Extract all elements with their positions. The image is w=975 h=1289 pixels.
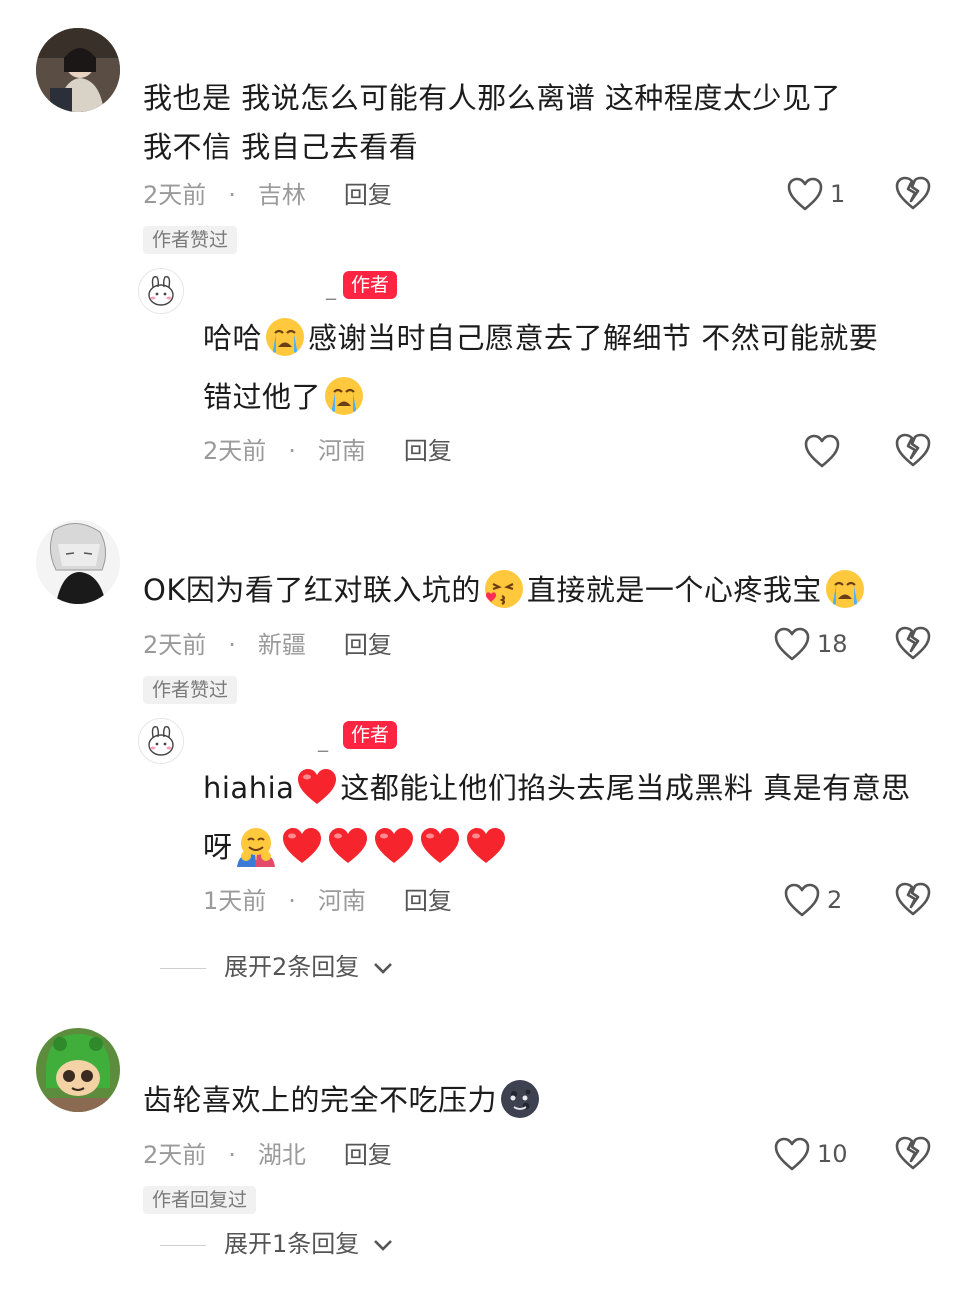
meta-separator: · xyxy=(228,1141,236,1169)
like-count: 1 xyxy=(830,180,846,208)
like-count: 18 xyxy=(817,630,848,658)
reply-button[interactable]: 回复 xyxy=(344,178,392,212)
crying-face-emoji xyxy=(266,318,305,356)
like-button[interactable]: 18 xyxy=(773,624,848,664)
reply-text-part: 这都能让他们掐头去尾当成黑料 真是有意思 xyxy=(340,771,911,805)
meta-separator: · xyxy=(228,631,236,659)
reply-button[interactable]: 回复 xyxy=(344,628,392,662)
like-button[interactable] xyxy=(803,431,847,471)
crying-face-emoji xyxy=(325,377,364,415)
dislike-button[interactable] xyxy=(893,880,933,920)
reply-meta: 2天前 · 河南 回复 xyxy=(203,434,452,468)
like-button[interactable]: 2 xyxy=(783,880,842,920)
expand-replies-label: 展开2条回复 xyxy=(224,953,360,981)
red-heart-emoji xyxy=(374,828,413,863)
broken-heart-icon xyxy=(895,176,931,210)
avatar[interactable] xyxy=(36,1028,120,1112)
avatar[interactable] xyxy=(36,520,120,604)
comment-location: 新疆 xyxy=(257,631,306,659)
comment-meta: 2天前 · 湖北 回复 xyxy=(143,1138,392,1172)
crying-face-emoji xyxy=(825,570,864,608)
reply-text-part: 错过他了 xyxy=(203,380,322,414)
divider xyxy=(160,1244,206,1246)
author-avatar[interactable] xyxy=(138,268,184,314)
expand-replies-label: 展开1条回复 xyxy=(224,1230,360,1258)
comment-location: 吉林 xyxy=(257,181,306,209)
like-count: 2 xyxy=(827,886,843,914)
reply-text-part: 哈哈 xyxy=(203,321,263,355)
author-avatar[interactable] xyxy=(138,718,184,764)
reply-text: 哈哈 感谢当时自己愿意去了解细节 不然可能就要 xyxy=(203,313,878,363)
comment-time: 2天前 xyxy=(143,181,207,209)
red-heart-emoji xyxy=(282,828,321,863)
reply-text-part: 感谢当时自己愿意去了解细节 不然可能就要 xyxy=(308,321,879,355)
broken-heart-icon xyxy=(895,882,931,916)
reply-text: 呀 xyxy=(203,822,509,872)
author-name[interactable]: _ xyxy=(318,728,328,752)
reply-button[interactable]: 回复 xyxy=(404,884,452,918)
reply-text: hiahia 这都能让他们掐头去尾当成黑料 真是有意思 xyxy=(203,763,911,813)
reply-location: 河南 xyxy=(317,887,366,915)
dislike-button[interactable] xyxy=(893,431,933,471)
comment-time: 2天前 xyxy=(143,1141,207,1169)
comment-text-part: 直接就是一个心疼我宝 xyxy=(526,573,822,607)
reply-text-part: 呀 xyxy=(203,830,233,864)
heart-icon xyxy=(784,883,820,917)
comment-meta: 2天前 · 新疆 回复 xyxy=(143,628,392,662)
divider xyxy=(160,967,206,969)
comment-text-part: 齿轮喜欢上的完全不吃压力 xyxy=(143,1083,498,1117)
kissing-face-emoji xyxy=(484,570,523,608)
meta-separator: · xyxy=(288,437,296,465)
reply-meta: 1天前 · 河南 回复 xyxy=(203,884,452,918)
heart-icon xyxy=(804,434,840,468)
like-button[interactable]: 1 xyxy=(786,174,845,214)
author-liked-badge: 作者赞过 xyxy=(143,226,238,254)
red-heart-emoji xyxy=(328,828,367,863)
broken-heart-icon xyxy=(895,433,931,467)
comment-text: 我也是 我说怎么可能有人那么离谱 这种程度太少见了 xyxy=(143,81,841,115)
avatar[interactable] xyxy=(36,28,120,112)
comment-meta: 2天前 · 吉林 回复 xyxy=(143,178,392,212)
comment-location: 湖北 xyxy=(257,1141,306,1169)
heart-icon xyxy=(774,627,810,661)
reply-location: 河南 xyxy=(317,437,366,465)
dislike-button[interactable] xyxy=(893,1134,933,1174)
red-heart-emoji xyxy=(466,828,505,863)
meta-separator: · xyxy=(288,887,296,915)
like-count: 10 xyxy=(817,1140,848,1168)
broken-heart-icon xyxy=(895,626,931,660)
expand-replies-button[interactable]: 展开1条回复 xyxy=(160,1224,395,1264)
like-button[interactable]: 10 xyxy=(773,1134,848,1174)
heart-icon xyxy=(787,177,823,211)
reply-text-part: hiahia xyxy=(203,771,295,805)
meta-separator: · xyxy=(228,181,236,209)
comment-text: 齿轮喜欢上的完全不吃压力 xyxy=(143,1075,543,1125)
comment-text-part: OK因为看了红对联入坑的 xyxy=(143,573,481,607)
comment-text: 我不信 我自己去看看 xyxy=(143,130,419,164)
author-badge: 作者 xyxy=(343,721,398,749)
reply-time: 2天前 xyxy=(203,437,267,465)
author-badge: 作者 xyxy=(343,271,398,299)
red-heart-emoji xyxy=(420,828,459,863)
hugging-face-emoji xyxy=(236,828,275,867)
reply-time: 1天前 xyxy=(203,887,267,915)
comment-time: 2天前 xyxy=(143,631,207,659)
dislike-button[interactable] xyxy=(893,624,933,664)
reply-button[interactable]: 回复 xyxy=(344,1138,392,1172)
heart-icon xyxy=(774,1137,810,1171)
reply-button[interactable]: 回复 xyxy=(404,434,452,468)
author-replied-badge: 作者回复过 xyxy=(143,1186,257,1214)
author-name[interactable]: _ xyxy=(326,276,336,300)
chevron-down-icon xyxy=(374,963,392,974)
author-liked-badge: 作者赞过 xyxy=(143,676,238,704)
chevron-down-icon xyxy=(374,1240,392,1251)
dislike-button[interactable] xyxy=(893,174,933,214)
expand-replies-button[interactable]: 展开2条回复 xyxy=(160,947,395,987)
broken-heart-icon xyxy=(895,1136,931,1170)
new-moon-face-emoji xyxy=(501,1080,540,1118)
red-heart-emoji xyxy=(298,769,337,804)
comment-text: OK因为看了红对联入坑的 直接就是一个心疼我宝 xyxy=(143,565,868,615)
reply-text: 错过他了 xyxy=(203,372,367,422)
